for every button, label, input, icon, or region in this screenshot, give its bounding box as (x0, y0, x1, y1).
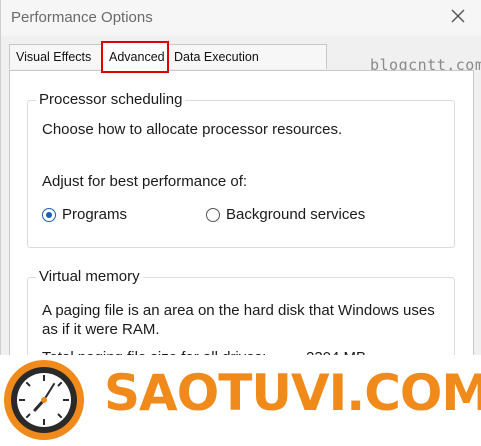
processor-description: Choose how to allocate processor resourc… (42, 121, 343, 138)
tab-data-execution-prevention[interactable]: Data Execution Prevention (167, 44, 327, 88)
title-bar: Performance Options (1, 0, 481, 36)
programs-radio-label[interactable]: Programs (62, 206, 127, 223)
performance-options-window: Performance Options Visual Effects Advan… (0, 0, 481, 389)
background-services-radio[interactable] (206, 208, 220, 222)
adjust-performance-label: Adjust for best performance of: (42, 173, 248, 190)
virtual-memory-legend: Virtual memory (36, 268, 143, 285)
clock-icon (4, 360, 84, 440)
programs-radio[interactable] (42, 208, 56, 222)
window-title: Performance Options (11, 9, 153, 26)
saotuvi-banner: SAOTUVI.COM (0, 355, 481, 446)
close-icon[interactable] (448, 6, 468, 26)
saotuvi-brand-text: SAOTUVI.COM (104, 364, 481, 422)
processor-scheduling-legend: Processor scheduling (36, 91, 186, 108)
processor-scheduling-group: Processor scheduling Choose how to alloc… (27, 91, 455, 248)
tab-visual-effects[interactable]: Visual Effects (9, 44, 103, 69)
background-services-radio-label[interactable]: Background services (226, 206, 365, 223)
tab-advanced[interactable]: Advanced (101, 41, 169, 73)
advanced-tab-panel: Processor scheduling Choose how to alloc… (9, 70, 474, 389)
virtual-memory-description-2: as if it were RAM. (42, 321, 160, 338)
virtual-memory-description-1: A paging file is an area on the hard dis… (42, 302, 435, 319)
